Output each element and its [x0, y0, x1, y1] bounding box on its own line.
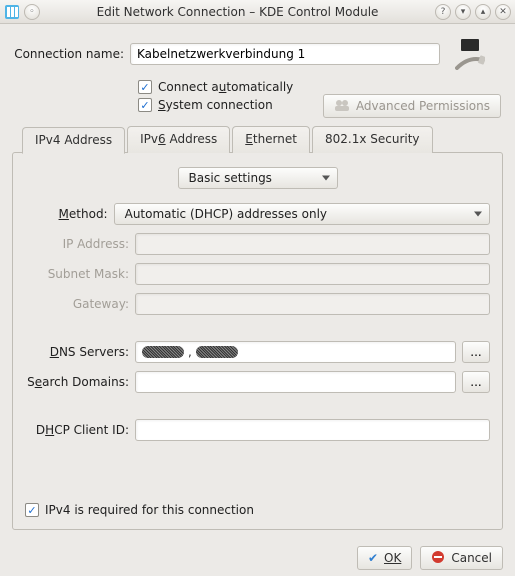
connection-name-row: Connection name:: [12, 34, 503, 74]
ok-button[interactable]: ✔ OK: [357, 546, 412, 570]
app-icon: [4, 4, 20, 20]
dns-input[interactable]: ,: [135, 341, 456, 363]
method-row: Method: Automatic (DHCP) addresses only: [25, 203, 490, 225]
pin-icon[interactable]: ◦: [24, 4, 40, 20]
dns-row: DNS Servers: , ...: [25, 341, 490, 363]
advanced-permissions-label: Advanced Permissions: [356, 99, 490, 113]
window-title: Edit Network Connection – KDE Control Mo…: [44, 5, 431, 19]
dhcp-label: DHCP Client ID:: [25, 423, 129, 437]
dns-label: DNS Servers:: [25, 345, 129, 359]
gateway-input: [135, 293, 490, 315]
connect-auto-checkbox[interactable]: [138, 80, 152, 94]
close-icon[interactable]: ✕: [495, 4, 511, 20]
ok-icon: ✔: [368, 551, 378, 565]
system-conn-label: System connection: [158, 98, 273, 112]
settings-level-value: Basic settings: [189, 171, 272, 185]
dns-value-2: [196, 346, 238, 358]
maximize-icon[interactable]: ▴: [475, 4, 491, 20]
gateway-label: Gateway:: [25, 297, 129, 311]
connection-name-label: Connection name:: [12, 47, 124, 61]
ipv4-required-label: IPv4 is required for this connection: [45, 503, 254, 517]
dns-edit-button[interactable]: ...: [462, 341, 490, 363]
ipv4-panel: Basic settings Method: Automatic (DHCP) …: [12, 152, 503, 530]
search-row: Search Domains: ...: [25, 371, 490, 393]
ipv4-required-row: IPv4 is required for this connection: [25, 503, 254, 517]
subnet-label: Subnet Mask:: [25, 267, 129, 281]
method-value: Automatic (DHCP) addresses only: [125, 207, 327, 221]
connect-auto-label: Connect automatically: [158, 80, 293, 94]
dhcp-row: DHCP Client ID:: [25, 419, 490, 441]
method-label: Method:: [25, 207, 108, 221]
ip-label: IP Address:: [25, 237, 129, 251]
group-icon: [334, 98, 350, 115]
tab-ipv4[interactable]: IPv4 Address: [22, 127, 125, 154]
help-icon[interactable]: ?: [435, 4, 451, 20]
gateway-row: Gateway:: [25, 293, 490, 315]
ok-label: OK: [384, 551, 401, 565]
minimize-icon[interactable]: ▾: [455, 4, 471, 20]
dns-value-1: [142, 346, 184, 358]
ip-input: [135, 233, 490, 255]
dhcp-input[interactable]: [135, 419, 490, 441]
search-label: Search Domains:: [25, 375, 129, 389]
ip-row: IP Address:: [25, 233, 490, 255]
tab-bar: IPv4 Address IPv6 Address Ethernet 802.1…: [12, 126, 503, 153]
subnet-row: Subnet Mask:: [25, 263, 490, 285]
cancel-icon: [431, 550, 445, 567]
method-combo[interactable]: Automatic (DHCP) addresses only: [114, 203, 490, 225]
dialog-content: Connection name: Connect automatically S…: [0, 24, 515, 536]
ethernet-plug-icon: [450, 34, 490, 74]
tab-8021x[interactable]: 802.1x Security: [312, 126, 433, 153]
connection-name-input[interactable]: [130, 43, 440, 65]
ipv4-required-checkbox[interactable]: [25, 503, 39, 517]
tab-ipv6[interactable]: IPv6 Address: [127, 126, 230, 153]
settings-level-combo[interactable]: Basic settings: [178, 167, 338, 189]
connect-auto-row: Connect automatically: [138, 80, 503, 94]
advanced-permissions-button: Advanced Permissions: [323, 94, 501, 118]
search-input[interactable]: [135, 371, 456, 393]
cancel-button[interactable]: Cancel: [420, 546, 503, 570]
dialog-footer: ✔ OK Cancel: [0, 536, 515, 570]
cancel-label: Cancel: [451, 551, 492, 565]
system-conn-checkbox[interactable]: [138, 98, 152, 112]
tab-ethernet[interactable]: Ethernet: [232, 126, 310, 153]
search-edit-button[interactable]: ...: [462, 371, 490, 393]
titlebar: ◦ Edit Network Connection – KDE Control …: [0, 0, 515, 24]
subnet-input: [135, 263, 490, 285]
